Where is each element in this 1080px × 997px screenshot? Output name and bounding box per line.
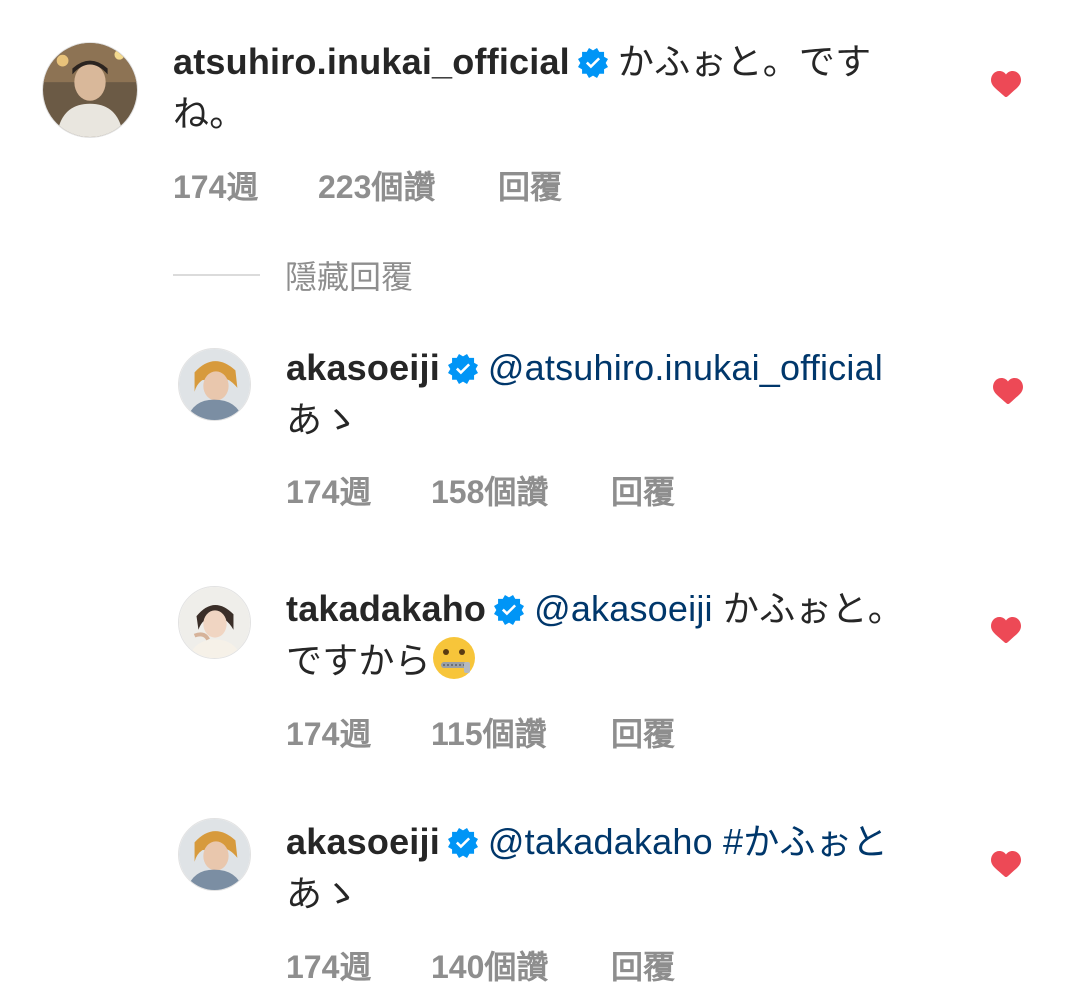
like-count[interactable]: 140個讚 <box>431 942 611 988</box>
verified-badge-icon <box>494 595 524 625</box>
like-heart-icon[interactable] <box>990 849 1022 879</box>
comment-body-continued: ね。 <box>173 93 246 134</box>
username[interactable]: takadakaho <box>286 588 486 629</box>
zipper-mouth-face-icon <box>431 635 477 681</box>
avatar[interactable] <box>178 348 251 421</box>
comment-meta: 174週 223個讚 回覆 <box>173 162 562 208</box>
comment-meta: 174週 158個讚 回覆 <box>286 467 675 513</box>
verified-badge-icon <box>448 354 478 384</box>
avatar[interactable] <box>178 586 251 659</box>
reply-button[interactable]: 回覆 <box>611 942 675 988</box>
hide-replies-button[interactable]: 隱藏回覆 <box>173 252 413 298</box>
comment-timestamp: 174週 <box>286 474 372 510</box>
profile-photo-icon <box>179 587 250 658</box>
profile-photo-icon <box>179 819 250 890</box>
reply-button[interactable]: 回覆 <box>498 162 562 208</box>
hide-replies-label: 隱藏回覆 <box>285 259 414 295</box>
comment-meta: 174週 115個讚 回覆 <box>286 709 675 755</box>
reply-button[interactable]: 回覆 <box>611 467 675 513</box>
username[interactable]: atsuhiro.inukai_official <box>173 41 570 82</box>
divider <box>173 274 260 276</box>
verified-badge-icon <box>448 828 478 858</box>
mention-link[interactable]: @atsuhiro.inukai_official <box>488 347 883 388</box>
profile-photo-icon <box>43 43 137 137</box>
comment-body: かふぉと。 <box>722 588 904 629</box>
like-count[interactable]: 158個讚 <box>431 467 611 513</box>
comment-text: takadakaho @akasoeiji かふぉと。 ですから <box>286 583 966 687</box>
like-heart-icon[interactable] <box>992 376 1024 406</box>
like-count[interactable]: 115個讚 <box>431 709 611 755</box>
username[interactable]: akasoeiji <box>286 347 440 388</box>
mention-link[interactable]: @takadakaho <box>488 821 713 862</box>
comment-text: akasoeiji @atsuhiro.inukai_official あゝ <box>286 342 966 446</box>
comment-body-continued: ですから <box>286 640 431 681</box>
avatar[interactable] <box>42 42 138 138</box>
mention-link[interactable]: @akasoeiji <box>534 588 713 629</box>
comment-timestamp: 174週 <box>286 949 372 985</box>
like-heart-icon[interactable] <box>990 615 1022 645</box>
comment-body: あゝ <box>286 873 359 914</box>
comment-meta: 174週 140個讚 回覆 <box>286 942 675 988</box>
hashtag-link[interactable]: #かふぉと <box>723 821 888 862</box>
comment-body: あゝ <box>286 399 359 440</box>
like-count[interactable]: 223個讚 <box>318 162 498 208</box>
reply-button[interactable]: 回覆 <box>611 709 675 755</box>
comment-text: atsuhiro.inukai_official かふぉと。です ね。 <box>173 36 933 140</box>
like-heart-icon[interactable] <box>990 69 1022 99</box>
comment-timestamp: 174週 <box>173 169 259 205</box>
avatar[interactable] <box>178 818 251 891</box>
comment-body: かふぉと。です <box>617 41 872 82</box>
username[interactable]: akasoeiji <box>286 821 440 862</box>
comment-timestamp: 174週 <box>286 716 372 752</box>
profile-photo-icon <box>179 349 250 420</box>
verified-badge-icon <box>578 48 608 78</box>
comment-text: akasoeiji @takadakaho #かふぉと あゝ <box>286 816 966 920</box>
